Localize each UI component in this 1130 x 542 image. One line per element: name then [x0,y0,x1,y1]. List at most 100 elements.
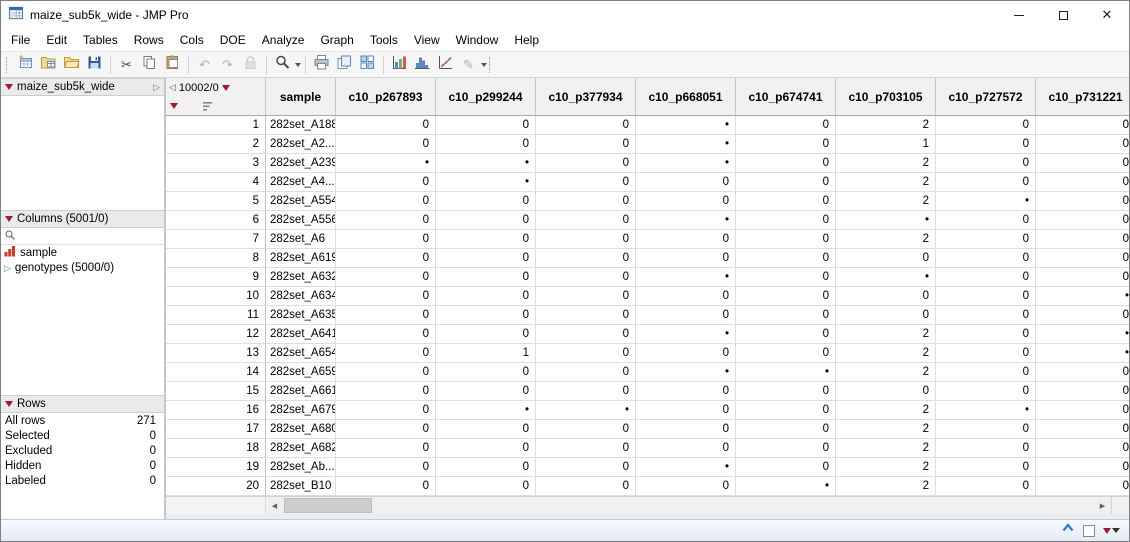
value-cell[interactable]: 0 [636,306,736,325]
row-number-cell[interactable]: 10 [166,287,266,306]
value-cell[interactable]: 0 [436,211,536,230]
value-cell[interactable]: 0 [936,420,1036,439]
value-cell[interactable]: 0 [736,173,836,192]
value-cell[interactable]: 0 [936,477,1036,496]
sample-cell[interactable]: 282set_A556 [266,211,336,230]
value-cell[interactable]: 0 [936,154,1036,173]
table-menu-red-triangle-icon[interactable] [5,84,13,90]
value-cell[interactable]: 2 [836,363,936,382]
new-data-table-button[interactable] [14,53,37,76]
value-cell[interactable]: 0 [636,382,736,401]
value-cell[interactable]: 2 [836,116,936,135]
value-cell[interactable]: 0 [536,268,636,287]
value-cell[interactable]: 0 [436,116,536,135]
value-cell[interactable]: 0 [836,382,936,401]
value-cell[interactable]: 0 [936,382,1036,401]
value-cell[interactable]: 2 [836,477,936,496]
value-cell[interactable]: 0 [336,439,436,458]
value-cell[interactable]: 0 [336,268,436,287]
value-cell[interactable]: 0 [1036,268,1130,287]
sample-cell[interactable]: 282set_A632 [266,268,336,287]
menu-item-doe[interactable]: DOE [212,29,254,51]
value-cell[interactable]: 0 [736,211,836,230]
row-number-cell[interactable]: 13 [166,344,266,363]
value-cell[interactable]: 0 [1036,116,1130,135]
minimize-button[interactable] [997,1,1041,29]
value-cell[interactable]: 0 [436,135,536,154]
value-cell[interactable]: 0 [636,439,736,458]
value-cell[interactable]: 0 [536,477,636,496]
value-cell[interactable]: 0 [636,344,736,363]
value-cell[interactable]: • [336,154,436,173]
value-cell[interactable]: 0 [536,363,636,382]
sample-cell[interactable]: 282set_B10 [266,477,336,496]
menu-item-view[interactable]: View [406,29,448,51]
value-cell[interactable]: 0 [736,192,836,211]
value-cell[interactable]: 0 [736,401,836,420]
value-cell[interactable]: • [1036,344,1130,363]
value-cell[interactable]: 1 [436,344,536,363]
value-cell[interactable]: 2 [836,401,936,420]
value-cell[interactable]: 0 [936,287,1036,306]
dropdown-caret-icon[interactable] [295,63,301,67]
value-cell[interactable]: 0 [336,173,436,192]
value-cell[interactable]: 0 [836,306,936,325]
value-cell[interactable]: • [436,154,536,173]
rows-stat-excluded[interactable]: Excluded0 [1,443,164,458]
column-header-c10_p377934[interactable]: c10_p377934 [536,78,636,115]
value-cell[interactable]: 0 [336,135,436,154]
menu-item-tools[interactable]: Tools [362,29,406,51]
columns-list-item-2[interactable]: ▷genotypes (5000/0) [1,260,164,275]
value-cell[interactable]: 0 [336,458,436,477]
columns-menu-red-triangle-icon[interactable] [5,216,13,222]
menu-item-rows[interactable]: Rows [126,29,172,51]
row-number-cell[interactable]: 20 [166,477,266,496]
value-cell[interactable]: • [536,401,636,420]
sample-cell[interactable]: 282set_A679 [266,401,336,420]
row-number-cell[interactable]: 8 [166,249,266,268]
print-button[interactable] [310,53,333,76]
value-cell[interactable]: • [736,363,836,382]
value-cell[interactable]: • [436,173,536,192]
value-cell[interactable]: 0 [636,420,736,439]
value-cell[interactable]: 0 [336,420,436,439]
value-cell[interactable]: 0 [936,135,1036,154]
value-cell[interactable]: 0 [636,230,736,249]
rows-stat-labeled[interactable]: Labeled0 [1,473,164,488]
value-cell[interactable]: 0 [936,230,1036,249]
value-cell[interactable]: 0 [536,135,636,154]
row-number-cell[interactable]: 15 [166,382,266,401]
value-cell[interactable]: • [436,401,536,420]
value-cell[interactable]: 0 [636,192,736,211]
value-cell[interactable]: • [1036,325,1130,344]
sample-cell[interactable]: 282set_A4... [266,173,336,192]
column-header-c10_p674741[interactable]: c10_p674741 [736,78,836,115]
menu-item-graph[interactable]: Graph [312,29,361,51]
sample-cell[interactable]: 282set_A188 [266,116,336,135]
value-cell[interactable]: 0 [1036,363,1130,382]
value-cell[interactable]: 0 [1036,192,1130,211]
value-cell[interactable]: 0 [736,306,836,325]
value-cell[interactable]: 2 [836,230,936,249]
rows-header-red-triangle-icon[interactable] [170,103,178,109]
value-cell[interactable]: 0 [336,306,436,325]
row-number-cell[interactable]: 2 [166,135,266,154]
value-cell[interactable]: 0 [936,458,1036,477]
menu-item-window[interactable]: Window [448,29,507,51]
sample-cell[interactable]: 282set_A659 [266,363,336,382]
rows-menu-red-triangle-icon[interactable] [5,401,13,407]
value-cell[interactable]: 0 [536,420,636,439]
value-cell[interactable]: 0 [536,344,636,363]
value-cell[interactable]: • [936,192,1036,211]
rows-stat-all-rows[interactable]: All rows271 [1,413,164,428]
column-header-c10_p299244[interactable]: c10_p299244 [436,78,536,115]
value-cell[interactable]: 0 [536,173,636,192]
collapse-panels-icon[interactable]: ◁ [169,82,176,93]
value-cell[interactable]: 0 [1036,135,1130,154]
value-cell[interactable]: 0 [936,439,1036,458]
value-cell[interactable]: • [636,458,736,477]
menu-item-edit[interactable]: Edit [38,29,75,51]
row-number-cell[interactable]: 11 [166,306,266,325]
column-header-sample[interactable]: sample [266,78,336,115]
value-cell[interactable]: 2 [836,154,936,173]
